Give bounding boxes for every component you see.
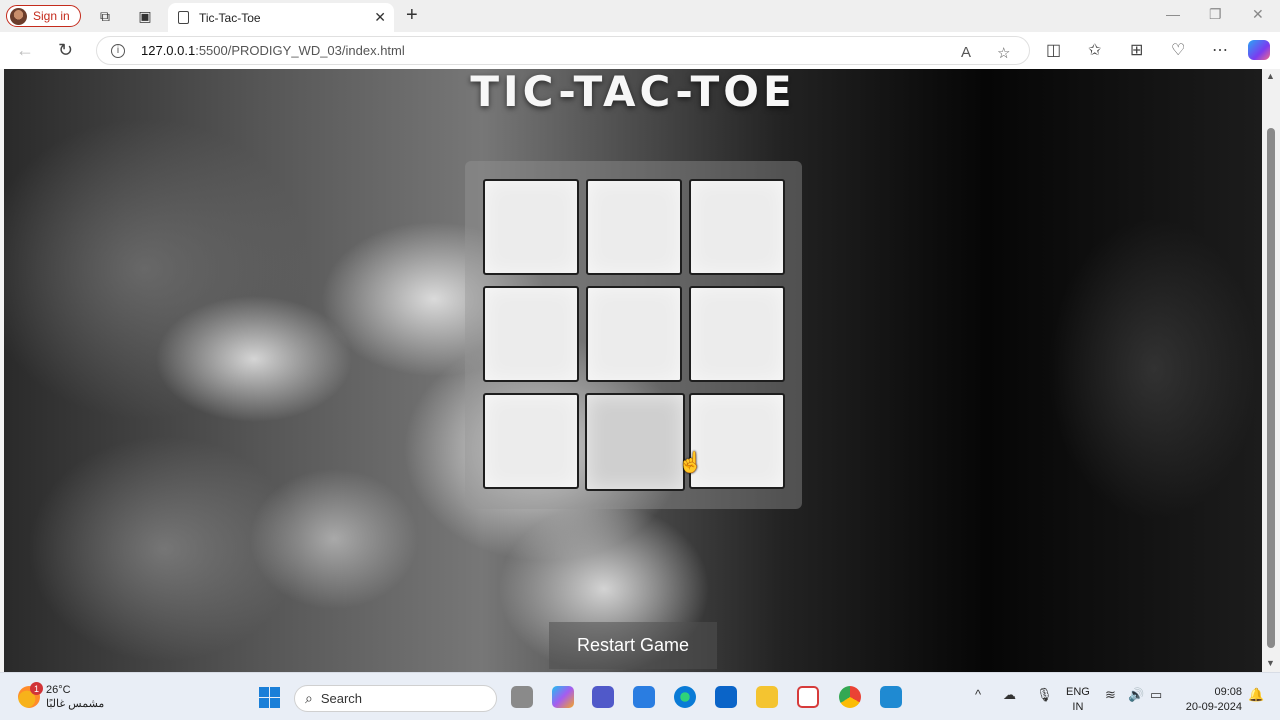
copilot-app-icon[interactable] xyxy=(552,686,574,708)
edge-icon[interactable] xyxy=(674,686,696,708)
file-explorer-icon[interactable] xyxy=(756,686,778,708)
collections-icon[interactable]: ⊞ xyxy=(1130,40,1143,60)
restart-game-button[interactable]: Restart Game xyxy=(549,622,717,669)
start-button[interactable] xyxy=(259,687,280,708)
board-cell-2[interactable] xyxy=(586,179,682,275)
page-title: TIC-TAC-TOE xyxy=(470,69,796,116)
volume-icon[interactable]: 🔊 xyxy=(1128,687,1144,703)
wifi-icon[interactable]: ≋ xyxy=(1105,687,1116,703)
notifications-bell-icon[interactable]: 🔔 xyxy=(1248,687,1264,703)
more-menu-icon[interactable]: ⋯ xyxy=(1212,40,1228,60)
avatar xyxy=(10,7,27,25)
favorite-star-icon[interactable]: ☆ xyxy=(997,44,1010,62)
weather-sun-icon: 1 xyxy=(18,682,43,708)
favorites-icon[interactable]: ✩ xyxy=(1088,40,1101,60)
split-screen-icon[interactable]: ◫ xyxy=(1046,40,1061,60)
browser-title-bar: Sign in ⧉ ▣ Tic-Tac-Toe ✕ + — ❐ ✕ xyxy=(0,0,1280,32)
page-viewport: TIC-TAC-TOE Restart Game ☝ xyxy=(4,69,1262,672)
new-tab-button[interactable]: + xyxy=(406,4,418,27)
refresh-icon[interactable]: ↻ xyxy=(58,40,73,61)
board-cell-5[interactable] xyxy=(586,286,682,382)
page-icon xyxy=(178,11,189,24)
board-cell-6[interactable] xyxy=(689,286,785,382)
teams-icon[interactable] xyxy=(592,686,614,708)
battery-icon[interactable]: ▭ xyxy=(1150,687,1162,703)
snipping-tool-icon[interactable] xyxy=(797,686,819,708)
outlook-icon[interactable] xyxy=(715,686,737,708)
search-label: Search xyxy=(320,691,363,706)
clock-time: 09:08 xyxy=(1214,686,1242,698)
url-input[interactable]: i 127.0.0.1:5500/PRODIGY_WD_03/index.htm… xyxy=(96,36,1030,65)
onedrive-icon[interactable]: ☁ xyxy=(1003,687,1016,703)
close-tab-icon[interactable]: ✕ xyxy=(374,9,386,26)
sign-in-label: Sign in xyxy=(33,9,70,23)
region-code: IN xyxy=(1072,701,1084,713)
url-path: :5500/PRODIGY_WD_03/index.html xyxy=(195,43,405,58)
game-board xyxy=(465,161,802,509)
tab-tic-tac-toe[interactable]: Tic-Tac-Toe ✕ xyxy=(168,3,394,32)
board-cell-4[interactable] xyxy=(483,286,579,382)
notification-badge: 1 xyxy=(30,682,43,695)
vscode-icon[interactable] xyxy=(880,686,902,708)
url-text: 127.0.0.1:5500/PRODIGY_WD_03/index.html xyxy=(141,43,405,58)
microphone-icon[interactable]: 🎙 xyxy=(1036,687,1053,703)
system-clock[interactable]: 09:08 20-09-2024 xyxy=(1180,685,1242,715)
show-hidden-icons-chevron-icon[interactable]: ^ xyxy=(975,687,981,702)
read-aloud-icon[interactable]: A xyxy=(961,44,971,61)
copilot-icon[interactable] xyxy=(1248,40,1270,60)
windows-taskbar: 1 26°C مشمس غالبًا ⌕ Search ^ ☁ 🎙 ENG IN… xyxy=(0,672,1280,720)
browser-essentials-icon[interactable]: ♡ xyxy=(1171,40,1185,60)
weather-description: مشمس غالبًا xyxy=(46,698,105,710)
minimize-icon[interactable]: — xyxy=(1166,6,1180,22)
weather-widget[interactable]: 1 26°C مشمس غالبًا xyxy=(18,682,105,711)
back-icon[interactable]: ← xyxy=(16,40,34,61)
language-indicator[interactable]: ENG IN xyxy=(1066,685,1090,715)
vertical-tabs-icon[interactable]: ▣ xyxy=(136,7,154,25)
close-window-icon[interactable]: ✕ xyxy=(1252,6,1264,23)
clock-date: 20-09-2024 xyxy=(1185,701,1242,713)
scrollbar-thumb[interactable] xyxy=(1267,128,1275,648)
site-info-icon[interactable]: i xyxy=(111,43,125,58)
board-cell-1[interactable] xyxy=(483,179,579,275)
hand-cursor-icon: ☝ xyxy=(678,452,703,474)
weather-temperature: 26°C xyxy=(46,684,71,696)
board-cell-9[interactable] xyxy=(689,393,785,489)
scroll-up-arrow-icon[interactable]: ▲ xyxy=(1266,71,1275,81)
task-view-icon[interactable] xyxy=(511,686,533,708)
page-scrollbar[interactable]: ▲ ▼ xyxy=(1262,69,1280,672)
scroll-down-arrow-icon[interactable]: ▼ xyxy=(1266,658,1275,668)
url-host: 127.0.0.1 xyxy=(141,43,196,58)
profile-sign-in-button[interactable]: Sign in xyxy=(6,5,81,27)
chrome-icon[interactable] xyxy=(839,686,861,708)
restore-icon[interactable]: ❐ xyxy=(1209,6,1222,23)
board-cell-7[interactable] xyxy=(483,393,579,489)
workspaces-icon[interactable]: ⧉ xyxy=(96,7,114,25)
language-code: ENG xyxy=(1066,686,1090,698)
board-cell-8[interactable] xyxy=(585,393,685,491)
board-cell-3[interactable] xyxy=(689,179,785,275)
taskbar-search[interactable]: ⌕ Search xyxy=(294,685,497,712)
search-icon: ⌕ xyxy=(305,690,313,706)
tab-title: Tic-Tac-Toe xyxy=(199,10,261,25)
microsoft-store-icon[interactable] xyxy=(633,686,655,708)
